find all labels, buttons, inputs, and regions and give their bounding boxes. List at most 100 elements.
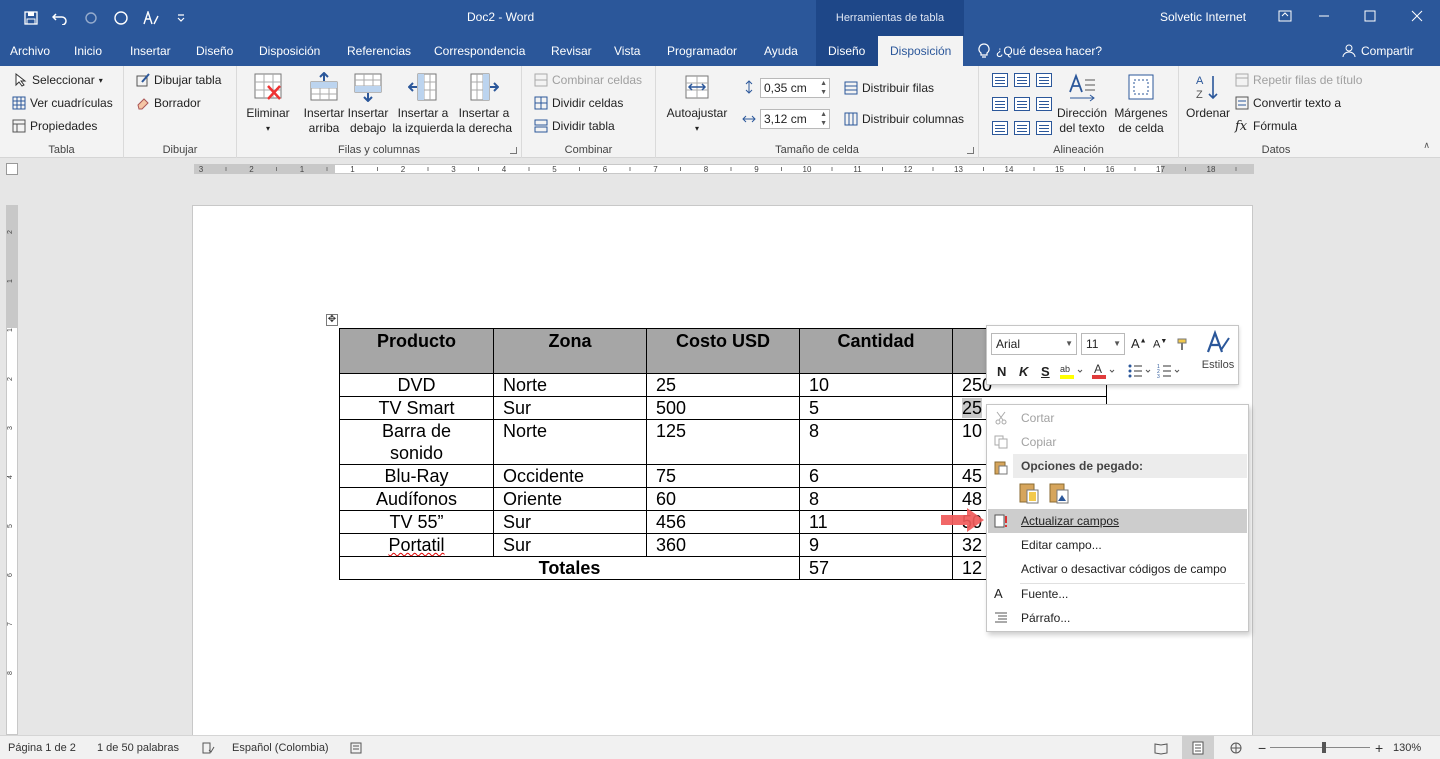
underline-button[interactable]: S — [1041, 362, 1050, 380]
tab-table-diseno[interactable]: Diseño — [816, 36, 879, 66]
cell-zona[interactable]: Oriente — [493, 487, 647, 511]
web-layout-icon[interactable] — [1228, 741, 1244, 755]
shrink-font-icon[interactable]: A▼ — [1153, 338, 1167, 351]
tab-referencias[interactable]: Referencias — [347, 36, 411, 66]
bold-button[interactable]: N — [997, 362, 1006, 380]
row-height-input[interactable]: 0,35 cm ▲ ▼ — [760, 78, 830, 98]
dialog-launcher-icon[interactable] — [967, 147, 974, 154]
dividir-tabla-button[interactable]: Dividir tabla — [534, 116, 615, 136]
cell-producto[interactable]: Portatil — [339, 533, 494, 557]
print-layout-active[interactable] — [1182, 736, 1214, 759]
cell-zona[interactable]: Norte — [493, 419, 647, 465]
autoajustar-button[interactable]: Autoajustar ▾ — [664, 70, 730, 136]
distribuir-columnas-button[interactable]: Distribuir columnas — [844, 109, 964, 129]
cell-costo[interactable]: 60 — [646, 487, 800, 511]
cell-producto[interactable]: TV Smart — [339, 396, 494, 420]
maximize-icon[interactable] — [1347, 0, 1393, 32]
column-width-spin[interactable]: ▲ ▼ — [820, 110, 827, 128]
cell-zona[interactable]: Sur — [493, 396, 647, 420]
tab-insertar[interactable]: Insertar — [130, 36, 171, 66]
align-middle-right-icon[interactable] — [1036, 97, 1052, 111]
format-painter-icon[interactable] — [1175, 336, 1191, 352]
tab-programador[interactable]: Programador — [667, 36, 737, 66]
cell-producto[interactable]: Audífonos — [339, 487, 494, 511]
tab-vista[interactable]: Vista — [614, 36, 640, 66]
distribuir-filas-button[interactable]: Distribuir filas — [844, 78, 934, 98]
paste-picture-icon[interactable] — [1047, 481, 1071, 505]
account-name[interactable]: Solvetic Internet — [1160, 10, 1246, 24]
cell-cantidad[interactable]: 6 — [799, 464, 953, 488]
cell-producto[interactable]: Blu-Ray — [339, 464, 494, 488]
cell-zona[interactable]: Norte — [493, 373, 647, 397]
tab-disposicion[interactable]: Disposición — [259, 36, 320, 66]
align-bottom-left-icon[interactable] — [992, 121, 1008, 135]
zoom-level[interactable]: 130% — [1393, 736, 1421, 759]
cell-zona[interactable]: Sur — [493, 533, 647, 557]
tab-diseno[interactable]: Diseño — [196, 36, 233, 66]
zoom-out-icon[interactable]: − — [1258, 736, 1266, 759]
header-producto[interactable]: Producto — [339, 328, 494, 374]
customize-qat-icon[interactable] — [166, 6, 196, 30]
highlight-icon[interactable]: ab — [1059, 362, 1085, 380]
cell-producto[interactable]: TV 55” — [339, 510, 494, 534]
menu-parrafo[interactable]: Párrafo... — [988, 606, 1247, 630]
paste-keep-formatting-icon[interactable] — [1017, 481, 1041, 505]
cell-cantidad[interactable]: 9 — [799, 533, 953, 557]
align-middle-center-icon[interactable] — [1014, 97, 1030, 111]
menu-fuente[interactable]: A Fuente... — [988, 582, 1247, 606]
row-height-spin[interactable]: ▲ ▼ — [820, 79, 827, 97]
save-icon[interactable] — [16, 6, 46, 30]
font-name-select[interactable]: Arial ▼ — [991, 333, 1077, 355]
align-bottom-right-icon[interactable] — [1036, 121, 1052, 135]
ver-cuadriculas-button[interactable]: Ver cuadrículas — [12, 93, 113, 113]
undo-icon[interactable] — [46, 6, 76, 30]
insertar-debajo-button[interactable]: Insertar debajo — [345, 70, 391, 136]
tab-archivo[interactable]: Archivo — [10, 36, 50, 66]
macro-icon[interactable] — [350, 742, 362, 754]
cell-cantidad[interactable]: 10 — [799, 373, 953, 397]
dibujar-tabla-button[interactable]: Dibujar tabla — [136, 70, 221, 90]
cell-cantidad[interactable]: 11 — [799, 510, 953, 534]
italic-button[interactable]: K — [1019, 362, 1028, 380]
close-icon[interactable] — [1394, 0, 1440, 32]
cell-cantidad[interactable]: 8 — [799, 419, 953, 465]
cell-costo[interactable]: 125 — [646, 419, 800, 465]
grow-font-icon[interactable]: A▲ — [1131, 336, 1147, 351]
tab-revisar[interactable]: Revisar — [551, 36, 592, 66]
vertical-ruler[interactable]: 2 1 1 2 3 4 5 6 7 8 — [6, 205, 18, 735]
insertar-arriba-button[interactable]: Insertar arriba — [301, 70, 347, 136]
align-middle-left-icon[interactable] — [992, 97, 1008, 111]
tab-ayuda[interactable]: Ayuda — [764, 36, 798, 66]
page-count[interactable]: Página 1 de 2 — [8, 736, 76, 759]
seleccionar-button[interactable]: Seleccionar ▾ — [14, 70, 103, 90]
align-bottom-center-icon[interactable] — [1014, 121, 1030, 135]
insertar-derecha-button[interactable]: Insertar a la derecha — [455, 70, 513, 136]
menu-cortar[interactable]: Cortar — [988, 406, 1247, 430]
collapse-ribbon-icon[interactable]: ∧ — [1423, 140, 1430, 151]
estilos-button[interactable]: Estilos — [1201, 329, 1235, 382]
cell-producto[interactable]: Barra de sonido — [339, 419, 494, 465]
zoom-slider-thumb[interactable] — [1322, 742, 1326, 753]
cell-cantidad[interactable]: 8 — [799, 487, 953, 511]
font-size-select[interactable]: 11 ▼ — [1081, 333, 1125, 355]
cell-producto[interactable]: DVD — [339, 373, 494, 397]
ordenar-button[interactable]: A Z Ordenar — [1183, 70, 1233, 121]
zoom-in-icon[interactable]: + — [1375, 736, 1383, 759]
zoom-slider-track[interactable] — [1270, 747, 1370, 748]
cell-costo[interactable]: 360 — [646, 533, 800, 557]
align-top-center-icon[interactable] — [1014, 73, 1030, 87]
bullets-icon[interactable] — [1127, 362, 1153, 380]
redo-icon[interactable] — [76, 6, 106, 30]
read-mode-icon[interactable] — [1154, 741, 1168, 755]
ruler-track[interactable]: 3 2 1 1 2 3 4 5 6 7 8 9 10 11 12 13 14 15 16 17 18 — [194, 164, 1254, 174]
proofing-icon[interactable] — [201, 741, 215, 755]
convertir-texto-button[interactable]: Convertir texto a — [1235, 93, 1341, 113]
table-move-handle-icon[interactable]: ✥ — [326, 314, 338, 326]
direccion-texto-button[interactable]: Dirección del texto — [1055, 70, 1109, 136]
propiedades-button[interactable]: Propiedades — [12, 116, 97, 136]
header-costo[interactable]: Costo USD — [646, 328, 800, 374]
font-color-icon[interactable]: A — [1091, 362, 1117, 380]
minimize-icon[interactable] — [1301, 0, 1347, 32]
dividir-celdas-button[interactable]: Dividir celdas — [534, 93, 623, 113]
cell-zona[interactable]: Occidente — [493, 464, 647, 488]
